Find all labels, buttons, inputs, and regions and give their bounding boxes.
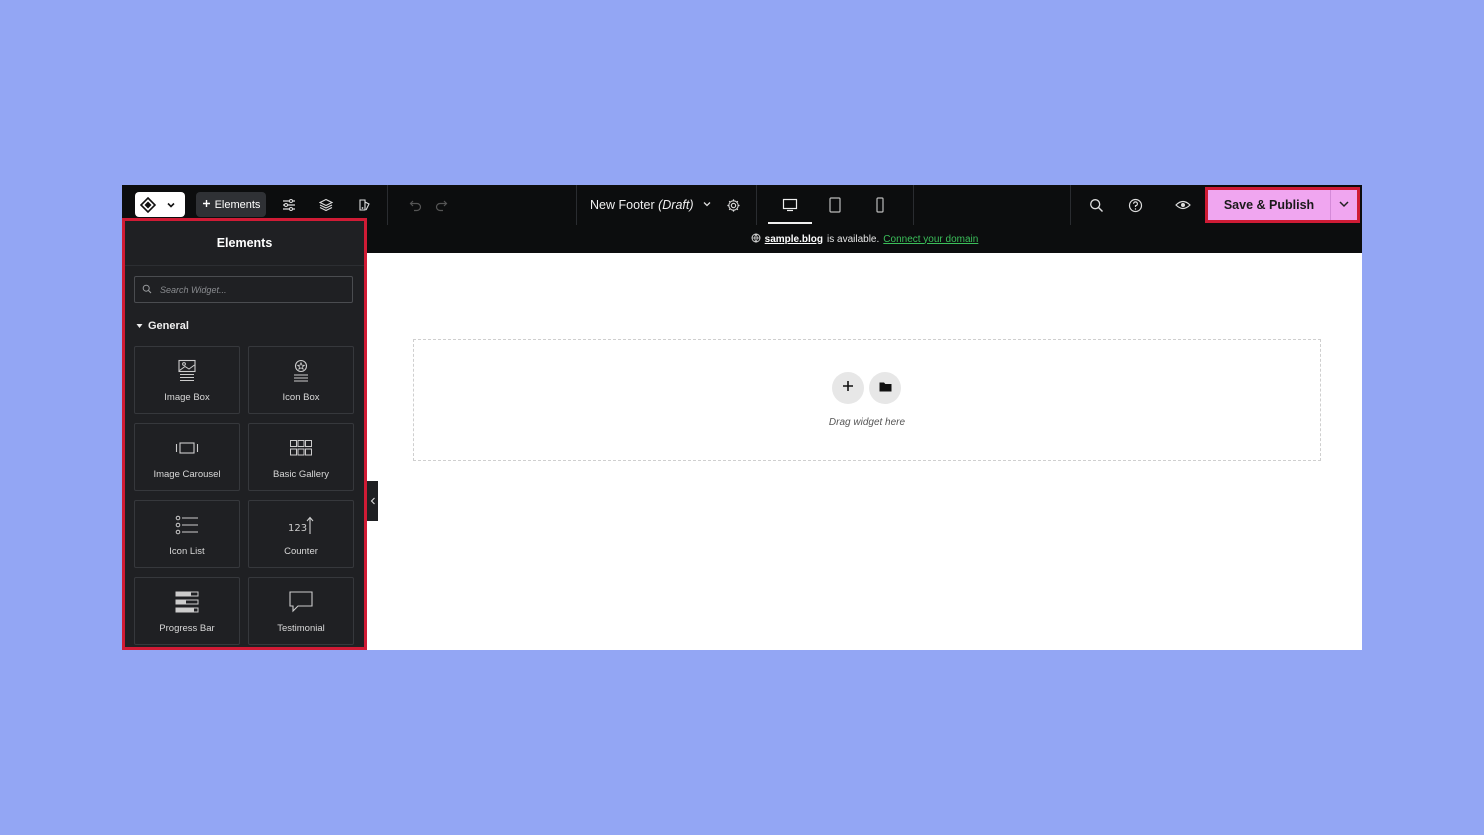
toolbar-divider (756, 185, 757, 225)
tablet-view-icon[interactable] (824, 195, 846, 215)
widget-label: Icon Box (282, 392, 320, 403)
widget-label: Basic Gallery (273, 469, 329, 480)
chevron-down-icon (1338, 196, 1350, 214)
icon-list-icon (175, 511, 199, 539)
help-icon[interactable] (1125, 195, 1145, 215)
basic-gallery-icon (289, 434, 313, 462)
domain-notice-bar: sample.blog is available. Connect your d… (367, 225, 1362, 253)
widget-counter[interactable]: 123 Counter (248, 500, 354, 568)
widget-label: Image Box (164, 392, 210, 403)
page-title-menu[interactable]: New Footer (Draft) (590, 185, 712, 225)
widget-icon-box[interactable]: Icon Box (248, 346, 354, 414)
panel-title: Elements (125, 221, 364, 266)
chevron-left-icon (370, 492, 376, 510)
desktop-view-icon[interactable] (779, 195, 801, 215)
collapse-panel-button[interactable] (367, 481, 378, 521)
widget-label: Progress Bar (159, 623, 215, 634)
widget-icon-list[interactable]: Icon List (134, 500, 240, 568)
elements-panel: Elements General Image Box (122, 218, 367, 650)
publish-options-button[interactable] (1330, 190, 1357, 220)
search-icon[interactable] (1086, 195, 1106, 215)
toolbar-divider (576, 185, 577, 225)
preview-eye-icon[interactable] (1173, 195, 1193, 215)
page-status: (Draft) (658, 198, 694, 212)
layers-icon[interactable] (316, 195, 336, 215)
widget-label: Icon List (169, 546, 205, 557)
connect-domain-link[interactable]: Connect your domain (883, 234, 978, 245)
image-carousel-icon (175, 434, 199, 462)
page-title: New Footer (Draft) (590, 198, 694, 212)
widget-drop-zone[interactable]: Drag widget here (413, 339, 1321, 461)
widget-search (134, 276, 353, 303)
svg-text:123: 123 (288, 523, 307, 534)
page-name: New Footer (590, 198, 655, 212)
general-section-toggle[interactable]: General (136, 320, 189, 332)
icon-box-icon (291, 357, 311, 385)
site-settings-icon[interactable] (279, 195, 299, 215)
toolbar-divider (913, 185, 914, 225)
mobile-view-icon[interactable] (869, 195, 891, 215)
active-device-indicator (768, 222, 812, 224)
save-publish-button[interactable]: Save & Publish (1208, 190, 1330, 220)
add-section-button[interactable] (832, 372, 864, 404)
page-settings-gear-icon[interactable] (723, 195, 743, 215)
widget-label: Counter (284, 546, 318, 557)
domain-name-link[interactable]: sample.blog (765, 234, 823, 245)
widget-progress-bar[interactable]: Progress Bar (134, 577, 240, 645)
globe-icon (751, 233, 761, 246)
chevron-down-icon (702, 198, 712, 212)
add-template-button[interactable] (869, 372, 901, 404)
theme-style-icon[interactable] (354, 195, 374, 215)
widget-label: Image Carousel (153, 469, 221, 480)
undo-icon[interactable] (406, 195, 426, 215)
plus-icon (842, 379, 854, 397)
widget-label: Testimonial (277, 623, 325, 634)
folder-icon (879, 379, 892, 397)
testimonial-icon (288, 588, 314, 616)
notice-text: is available. (827, 233, 880, 245)
search-widget-input[interactable] (158, 283, 342, 296)
widget-basic-gallery[interactable]: Basic Gallery (248, 423, 354, 491)
redo-icon[interactable] (431, 195, 451, 215)
elements-button-label: Elements (214, 198, 261, 211)
search-icon (142, 281, 152, 299)
widget-image-carousel[interactable]: Image Carousel (134, 423, 240, 491)
widget-grid: Image Box Icon Box Image Carousel Basic … (134, 346, 355, 645)
publish-button-group: Save & Publish (1205, 187, 1360, 223)
widget-testimonial[interactable]: Testimonial (248, 577, 354, 645)
site-menu-button[interactable] (135, 192, 185, 217)
section-label: General (148, 320, 189, 332)
wordpress-logo-icon (135, 192, 160, 217)
toolbar-divider (387, 185, 388, 225)
counter-icon: 123 (288, 511, 314, 539)
widget-image-box[interactable]: Image Box (134, 346, 240, 414)
plus-icon (202, 199, 211, 211)
caret-down-icon (136, 320, 143, 332)
toolbar-divider (1070, 185, 1071, 225)
progress-bar-icon (175, 588, 199, 616)
drag-widget-hint: Drag widget here (828, 417, 906, 428)
editor-window: Elements New Footer (Draft) Save & Publi… (122, 185, 1362, 650)
add-elements-button[interactable]: Elements (196, 192, 266, 217)
image-box-icon (177, 357, 197, 385)
chevron-down-icon (160, 192, 182, 217)
